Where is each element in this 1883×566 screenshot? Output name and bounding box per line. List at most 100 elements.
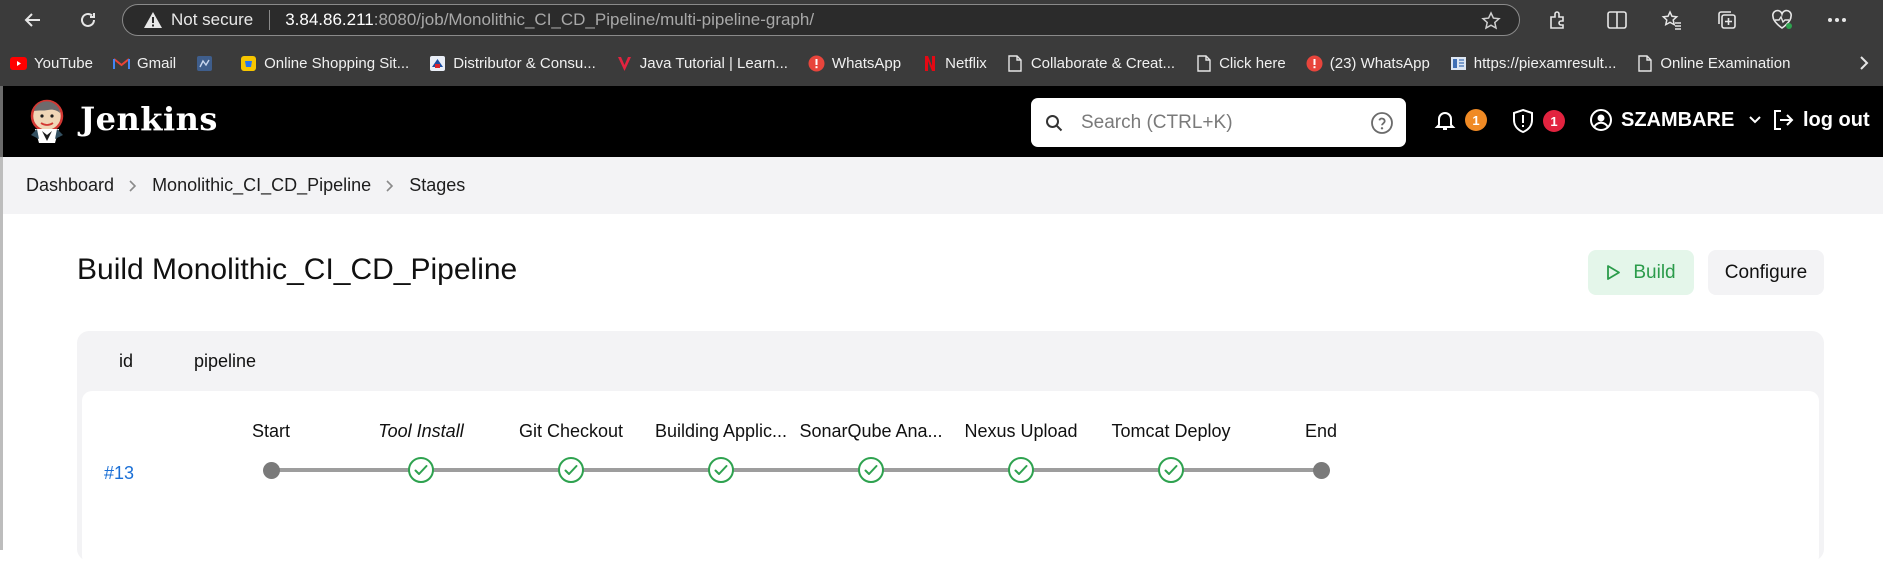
- chevron-right-icon[interactable]: [1859, 55, 1869, 71]
- bookmark-youtube[interactable]: YouTube: [10, 55, 93, 72]
- page-icon: [1007, 54, 1024, 72]
- check-icon: [714, 465, 728, 475]
- bookmark-label: Online Shopping Sit...: [264, 54, 410, 72]
- more-menu-icon[interactable]: [1826, 9, 1848, 31]
- stage-label[interactable]: SonarQube Ana...: [799, 421, 942, 442]
- configure-button[interactable]: Configure: [1708, 250, 1824, 295]
- stage-label[interactable]: Tool Install: [378, 421, 463, 442]
- bookmark-label: WhatsApp: [831, 54, 902, 72]
- bell-icon: [1434, 112, 1456, 130]
- stage-label[interactable]: Tomcat Deploy: [1111, 421, 1230, 442]
- notifications-badge: 1: [1465, 109, 1487, 131]
- jenkins-header: Jenkins Search (CTRL+K) 1 1 SZAMBARE log…: [0, 86, 1883, 157]
- user-icon: [1590, 109, 1612, 131]
- page-icon: [1195, 54, 1212, 72]
- distributor-icon: [429, 55, 446, 72]
- url-path: :8080/job/Monolithic_CI_CD_Pipeline/mult…: [373, 10, 815, 29]
- pipeline-graph: Start Tool Install Git Checkout Building Ap…: [82, 391, 1819, 566]
- chevron-down-icon: [1749, 116, 1762, 124]
- bookmark-label: Gmail: [136, 54, 177, 72]
- doc-icon: [1450, 55, 1467, 72]
- breadcrumb: Dashboard Monolithic_CI_CD_Pipeline Stag…: [0, 157, 1883, 214]
- bookmark-site[interactable]: [196, 55, 220, 72]
- browser-toolbar: Not secure 3.84.86.211 :8080/job/Monolit…: [0, 0, 1883, 40]
- stage-start-node: [262, 462, 280, 479]
- user-menu[interactable]: SZAMBARE: [1589, 108, 1762, 132]
- bookmark-online-shopping[interactable]: Online Shopping Sit...: [240, 55, 409, 72]
- extensions-icon[interactable]: [1546, 9, 1568, 31]
- shopping-icon: [240, 55, 257, 72]
- collections-icon[interactable]: [1716, 9, 1738, 31]
- star-icon[interactable]: [1481, 11, 1501, 31]
- stage-label[interactable]: Building Applic...: [655, 421, 787, 442]
- health-icon[interactable]: [1771, 9, 1793, 31]
- search-input[interactable]: Search (CTRL+K): [1081, 112, 1233, 134]
- favorites-icon[interactable]: [1661, 9, 1683, 31]
- bookmark-java-tutorial[interactable]: Java Tutorial | Learn...: [616, 55, 788, 72]
- stage-label[interactable]: End: [1305, 421, 1337, 442]
- back-button[interactable]: [20, 7, 46, 33]
- search-box[interactable]: Search (CTRL+K): [1031, 98, 1406, 147]
- main-content: Build Monolithic_CI_CD_Pipeline Build Co…: [0, 214, 1883, 566]
- notifications-button[interactable]: 1: [1433, 108, 1487, 132]
- bookmark-whatsapp[interactable]: WhatsApp: [808, 55, 901, 72]
- stage-label[interactable]: Start: [252, 421, 290, 442]
- split-screen-icon[interactable]: [1606, 9, 1628, 31]
- url-host: 3.84.86.211: [285, 10, 374, 29]
- address-separator: [269, 10, 271, 30]
- stage-label[interactable]: Git Checkout: [519, 421, 623, 442]
- column-header-pipeline: pipeline: [194, 351, 257, 371]
- reload-button[interactable]: [75, 7, 101, 33]
- logout-icon: [1774, 110, 1794, 130]
- check-icon: [564, 465, 578, 475]
- logout-button[interactable]: log out: [1771, 108, 1870, 132]
- stage-success-node[interactable]: [408, 457, 434, 483]
- page-icon: [1636, 54, 1653, 72]
- bookmark-netflix[interactable]: Netflix: [921, 55, 987, 72]
- stage-success-node[interactable]: [858, 457, 884, 483]
- bookmark-online-examination[interactable]: Online Examination: [1636, 55, 1790, 72]
- bookmark-label: Online Examination: [1660, 54, 1791, 72]
- configure-label: Configure: [1724, 261, 1808, 283]
- security-button[interactable]: 1: [1511, 108, 1565, 134]
- breadcrumb-dashboard[interactable]: Dashboard: [26, 175, 114, 196]
- jenkins-brand[interactable]: Jenkins: [80, 100, 218, 138]
- page-title: Build Monolithic_CI_CD_Pipeline: [77, 253, 518, 286]
- netflix-icon: [921, 55, 938, 72]
- bookmark-label: Collaborate & Creat...: [1030, 54, 1176, 72]
- security-badge: 1: [1543, 110, 1565, 132]
- check-icon: [864, 465, 878, 475]
- bookmarks-bar: YouTube Gmail Online Shopping Sit... Dis…: [0, 40, 1883, 86]
- bookmark-collaborate[interactable]: Collaborate & Creat...: [1007, 55, 1175, 72]
- breadcrumb-stages[interactable]: Stages: [409, 175, 465, 196]
- bookmark-piexamresult[interactable]: https://piexamresult...: [1450, 54, 1617, 72]
- stage-success-node[interactable]: [1008, 457, 1034, 483]
- bookmark-label: YouTube: [34, 54, 93, 72]
- whatsapp-icon: [1306, 55, 1323, 72]
- search-icon: [1046, 114, 1063, 131]
- breadcrumb-pipeline[interactable]: Monolithic_CI_CD_Pipeline: [152, 175, 371, 196]
- java-icon: [616, 55, 633, 72]
- stage-success-node[interactable]: [708, 457, 734, 483]
- bookmark-label: https://piexamresult...: [1473, 54, 1617, 72]
- bookmark-click-here[interactable]: Click here: [1195, 55, 1286, 72]
- refresh-icon: [81, 12, 95, 27]
- bookmark-distributor[interactable]: Distributor & Consu...: [429, 55, 596, 72]
- bookmark-label: Java Tutorial | Learn...: [639, 54, 788, 72]
- arrow-left-icon: [24, 13, 40, 27]
- check-icon: [414, 465, 428, 475]
- address-bar[interactable]: Not secure 3.84.86.211 :8080/job/Monolit…: [122, 4, 1520, 36]
- stages-panel: id pipeline #13 Start Tool Install Git Che…: [77, 331, 1824, 566]
- bookmark-whatsapp-23[interactable]: (23) WhatsApp: [1306, 55, 1430, 72]
- column-header-id: id: [119, 351, 134, 371]
- jenkins-logo-icon[interactable]: [27, 99, 67, 145]
- build-button[interactable]: Build: [1588, 250, 1694, 295]
- stage-success-node[interactable]: [1158, 457, 1184, 483]
- chevron-right-icon: [386, 179, 394, 192]
- help-icon[interactable]: [1370, 111, 1394, 135]
- stage-success-node[interactable]: [558, 457, 584, 483]
- check-icon: [1014, 465, 1028, 475]
- bookmark-gmail[interactable]: Gmail: [112, 54, 177, 72]
- not-secure-label: Not secure: [171, 10, 254, 29]
- stage-label[interactable]: Nexus Upload: [964, 421, 1077, 442]
